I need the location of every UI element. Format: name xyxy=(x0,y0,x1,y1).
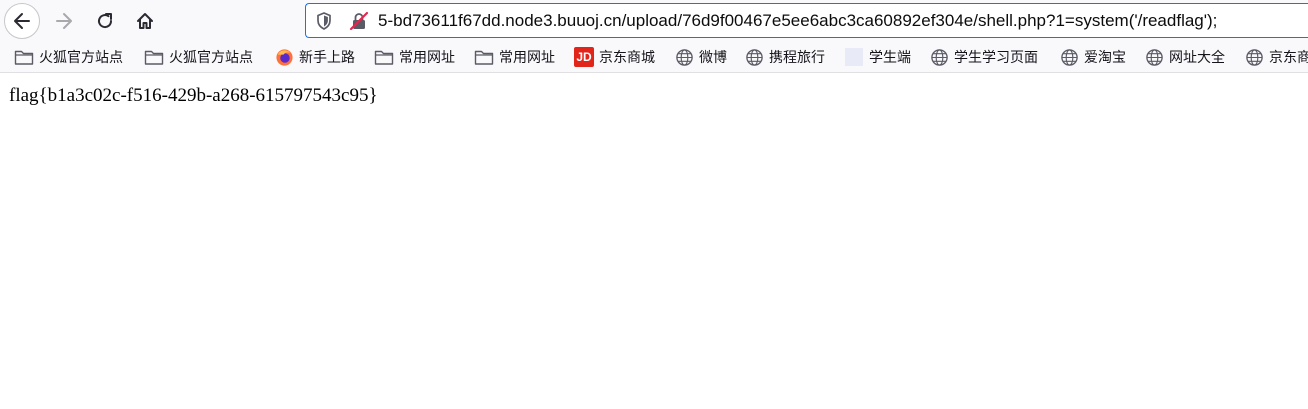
globe-icon xyxy=(929,47,949,67)
bookmarks-toolbar: 火狐官方站点 火狐官方站点 新手上路 常用网址 常用网址 JD 京东商城 微博 … xyxy=(0,42,1308,73)
bookmark-item[interactable]: 新手上路 xyxy=(274,42,355,72)
folder-icon xyxy=(144,47,164,67)
page-content: flag{b1a3c02c-f516-429b-a268-615797543c9… xyxy=(0,73,1308,409)
bookmark-label: 火狐官方站点 xyxy=(169,50,253,66)
bookmark-label: 常用网址 xyxy=(499,50,555,66)
bookmark-label: 京东商城 xyxy=(599,50,655,66)
globe-icon xyxy=(744,47,764,67)
bookmark-item[interactable]: 京东商 xyxy=(1244,42,1308,72)
bookmark-label: 新手上路 xyxy=(299,50,355,66)
globe-icon xyxy=(1244,47,1264,67)
bookmark-item[interactable]: 爱淘宝 xyxy=(1059,42,1126,72)
jd-icon: JD xyxy=(574,47,594,67)
bookmark-item[interactable]: 火狐官方站点 xyxy=(14,42,123,72)
folder-icon xyxy=(14,47,34,67)
bookmark-label: 京东商 xyxy=(1269,50,1308,66)
bookmark-label: 微博 xyxy=(699,50,727,66)
forward-button[interactable] xyxy=(46,3,82,39)
flag-output-text: flag{b1a3c02c-f516-429b-a268-615797543c9… xyxy=(9,85,378,106)
bookmark-label: 火狐官方站点 xyxy=(39,50,123,66)
reload-button[interactable] xyxy=(87,3,123,39)
bookmark-item[interactable]: 网址大全 xyxy=(1144,42,1225,72)
reload-icon xyxy=(98,13,113,29)
arrow-left-icon xyxy=(14,13,30,29)
home-button[interactable] xyxy=(127,3,163,39)
globe-icon xyxy=(1059,47,1079,67)
bookmark-label: 常用网址 xyxy=(399,50,455,66)
bookmark-label: 学生端 xyxy=(869,50,911,66)
bookmark-item[interactable]: 火狐官方站点 xyxy=(144,42,253,72)
url-text[interactable]: 5-bd73611f67dd.node3.buuoj.cn/upload/76d… xyxy=(378,4,1217,37)
folder-icon xyxy=(474,47,494,67)
globe-icon xyxy=(1144,47,1164,67)
bookmark-item[interactable]: 携程旅行 xyxy=(744,42,825,72)
bookmark-label: 携程旅行 xyxy=(769,50,825,66)
insecure-lock-icon[interactable] xyxy=(348,11,370,31)
home-icon xyxy=(137,13,153,29)
arrow-right-icon xyxy=(56,13,72,29)
firefox-icon xyxy=(274,47,294,67)
folder-icon xyxy=(374,47,394,67)
bookmark-item[interactable]: 常用网址 xyxy=(374,42,455,72)
navigation-toolbar: 5-bd73611f67dd.node3.buuoj.cn/upload/76d… xyxy=(0,0,1308,42)
bookmark-item[interactable]: 微博 xyxy=(674,42,727,72)
bookmark-item[interactable]: 常用网址 xyxy=(474,42,555,72)
bookmark-label: 学生学习页面 xyxy=(954,50,1038,66)
bookmark-item[interactable]: JD 京东商城 xyxy=(574,42,655,72)
bookmark-item[interactable]: 学生端 xyxy=(844,42,911,72)
globe-icon xyxy=(674,47,694,67)
bookmark-item[interactable]: 学生学习页面 xyxy=(929,42,1038,72)
bookmark-label: 网址大全 xyxy=(1169,50,1225,66)
blank-page-icon xyxy=(844,47,864,67)
tracking-protection-shield-icon[interactable] xyxy=(314,11,334,31)
bookmark-label: 爱淘宝 xyxy=(1084,50,1126,66)
jd-icon-text: JD xyxy=(576,50,592,64)
back-button[interactable] xyxy=(4,3,40,39)
address-bar[interactable]: 5-bd73611f67dd.node3.buuoj.cn/upload/76d… xyxy=(305,3,1308,38)
